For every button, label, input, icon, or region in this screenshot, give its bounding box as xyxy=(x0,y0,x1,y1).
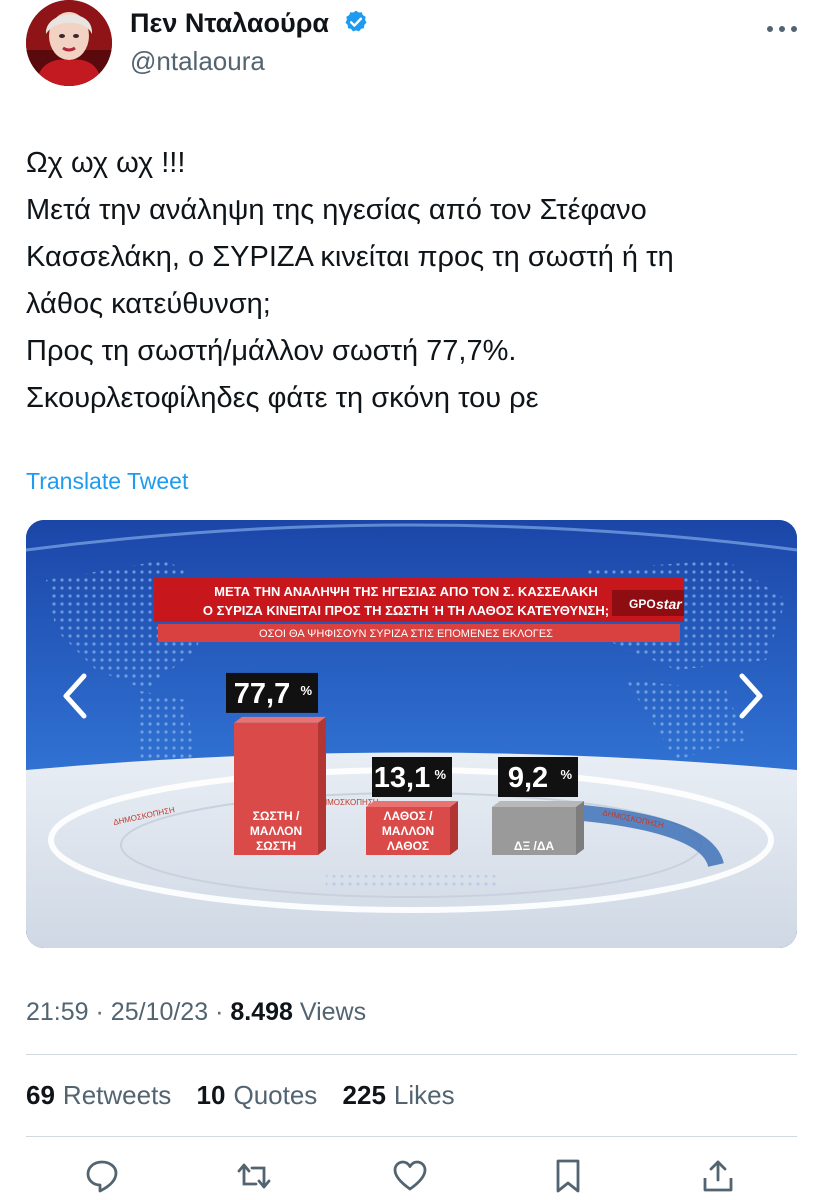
bar-category-label: ΔΞ /ΔΑ xyxy=(514,839,555,853)
likes-count: 225 xyxy=(342,1080,386,1110)
bar-category-label: ΛΑΘΟΣ / xyxy=(384,809,434,823)
tweet-line: Σκουρλετοφίληδες φάτε τη σκόνη του ρε xyxy=(26,382,539,414)
bookmark-icon[interactable] xyxy=(550,1158,586,1194)
views-count: 8.498 xyxy=(230,998,293,1026)
tweet-line: Ωχ ωχ ωχ !!! xyxy=(26,147,186,179)
bar-side xyxy=(318,716,326,855)
bar-category-label: ΜΑΛΛΟΝ xyxy=(382,824,434,838)
meta-separator: · xyxy=(215,998,224,1026)
likes-stat[interactable]: 225 Likes xyxy=(343,1080,455,1110)
retweets-count: 69 xyxy=(26,1080,55,1110)
display-name[interactable]: Πεν Νταλαούρα xyxy=(130,8,329,38)
bar-category-label: ΜΑΛΛΟΝ xyxy=(250,824,302,838)
divider xyxy=(26,1054,797,1055)
bar-category-label: ΛΑΘΟΣ xyxy=(387,839,429,853)
bar-category-label: ΣΩΣΤΗ / xyxy=(253,809,300,823)
poll-graphic: ΜΕΤΑ ΤΗΝ ΑΝΑΛΗΨΗ ΤΗΣ ΗΓΕΣΙΑΣ ΑΠΟ ΤΟΝ Σ. … xyxy=(26,520,797,948)
tweet-media-image[interactable]: ΜΕΤΑ ΤΗΝ ΑΝΑΛΗΨΗ ΤΗΣ ΗΓΕΣΙΑΣ ΑΠΟ ΤΟΝ Σ. … xyxy=(26,520,797,948)
quotes-stat[interactable]: 10 Quotes xyxy=(197,1080,318,1110)
tweet-line: Μετά την ανάληψη της ηγεσίας από τον Στέ… xyxy=(26,194,647,226)
tweet-line: Προς τη σωστή/μάλλον σωστή 77,7%. xyxy=(26,335,517,367)
like-icon[interactable] xyxy=(392,1158,428,1194)
avatar[interactable] xyxy=(26,0,112,86)
tweet-time[interactable]: 21:59 xyxy=(26,998,89,1026)
more-options-icon[interactable] xyxy=(762,14,802,44)
tweet-date[interactable]: 25/10/23 xyxy=(111,998,208,1026)
percent-sign: % xyxy=(434,767,446,782)
tweet-meta: 21:59 · 25/10/23 · 8.498 Views xyxy=(26,998,366,1027)
display-name-row: Πεν Νταλαούρα xyxy=(130,8,369,39)
translate-tweet-link[interactable]: Translate Tweet xyxy=(26,468,188,495)
share-icon[interactable] xyxy=(700,1158,736,1194)
poll-headline-line2: Ο ΣΥΡΙΖΑ ΚΙΝΕΙΤΑΙ ΠΡΟΣ ΤΗ ΣΩΣΤΗ Ή ΤΗ ΛΑΘ… xyxy=(203,603,609,618)
bar-side xyxy=(576,801,584,855)
chevron-left-icon[interactable] xyxy=(56,666,96,726)
bar-top xyxy=(366,801,458,807)
gpo-logo: GPO xyxy=(629,597,656,611)
bar-category-label: ΣΩΣΤΗ xyxy=(256,839,296,853)
poll-headline-line1: ΜΕΤΑ ΤΗΝ ΑΝΑΛΗΨΗ ΤΗΣ ΗΓΕΣΙΑΣ ΑΠΟ ΤΟΝ Σ. … xyxy=(214,584,598,599)
percent-sign: % xyxy=(300,683,312,698)
bar-top xyxy=(492,801,584,807)
retweets-label: Retweets xyxy=(62,1080,172,1110)
percent-sign: % xyxy=(560,767,572,782)
bar-top xyxy=(234,716,326,723)
retweet-icon[interactable] xyxy=(236,1158,272,1194)
retweets-stat[interactable]: 69 Retweets xyxy=(26,1080,171,1110)
star-logo: star xyxy=(656,596,683,612)
divider xyxy=(26,1136,797,1137)
quotes-label: Quotes xyxy=(233,1080,318,1110)
tweet-line: λάθος κατεύθυνση; xyxy=(26,288,271,320)
reply-icon[interactable] xyxy=(84,1158,120,1194)
bar-value-label: 9,2 xyxy=(508,762,548,794)
bar-side xyxy=(450,801,458,855)
tweet-line: Κασσελάκη, ο ΣΥΡΙΖΑ κινείται προς τη σωσ… xyxy=(26,241,674,273)
bar-value-label: 77,7 xyxy=(234,678,290,710)
meta-separator: · xyxy=(95,998,104,1026)
poll-subheadline: ΟΣΟΙ ΘΑ ΨΗΦΙΣΟΥΝ ΣΥΡΙΖΑ ΣΤΙΣ ΕΠΟΜΕΝΕΣ ΕΚ… xyxy=(259,628,553,640)
views-label: Views xyxy=(299,998,367,1026)
likes-label: Likes xyxy=(393,1080,455,1110)
tweet-text: Ωχ ωχ ωχ !!! Μετά την ανάληψη της ηγεσία… xyxy=(26,140,796,422)
verified-badge-icon xyxy=(345,10,367,32)
handle[interactable]: @ntalaoura xyxy=(130,46,265,77)
quotes-count: 10 xyxy=(196,1080,226,1110)
chevron-right-icon[interactable] xyxy=(730,666,770,726)
tweet-stats: 69 Retweets 10 Quotes 225 Likes xyxy=(26,1080,473,1111)
bar-value-label: 13,1 xyxy=(374,762,430,794)
